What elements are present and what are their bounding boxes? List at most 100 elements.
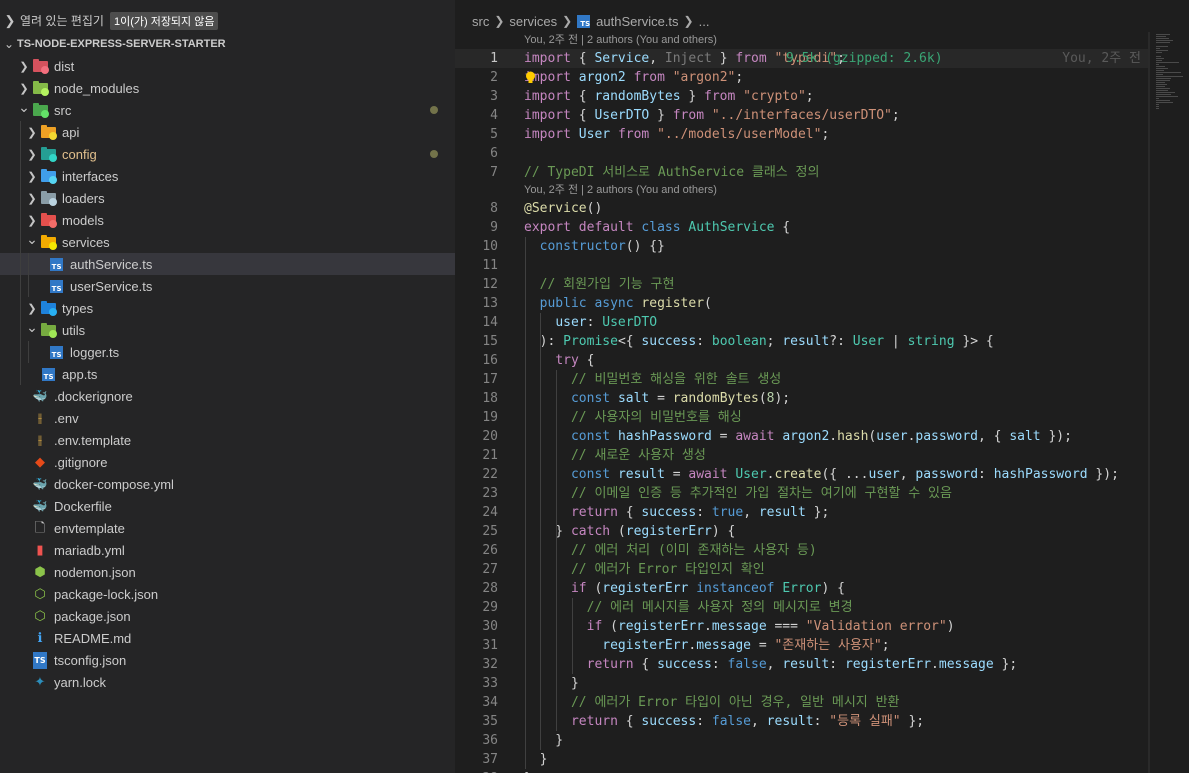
code-line[interactable]: 16 try { (455, 351, 1189, 370)
codelens-blame[interactable]: You, 2주 전 | 2 authors (You and others) (455, 182, 1189, 199)
minimap-line (1156, 52, 1163, 53)
code-line[interactable]: 25 } catch (registerErr) { (455, 522, 1189, 541)
code-line[interactable]: 11 (455, 256, 1189, 275)
tree-folder[interactable]: ❯ interfaces (0, 165, 455, 187)
code-line[interactable]: 14 user: UserDTO (455, 313, 1189, 332)
tree-file[interactable]: 🐳 Dockerfile (0, 495, 455, 517)
code-text: // 새로운 사용자 생성 (570, 448, 706, 463)
code-text: } (524, 769, 532, 773)
line-number: 3 (490, 89, 498, 104)
tree-file[interactable]: ◆ .gitignore (0, 451, 455, 473)
code-text: import { randomBytes } from "crypto"; (524, 89, 814, 104)
code-line[interactable]: 26 // 에러 처리 (이미 존재하는 사용자 등) (455, 541, 1189, 560)
tree-file[interactable]: 🐳 docker-compose.yml (0, 473, 455, 495)
tree-file[interactable]: 🗋 envtemplate (0, 517, 455, 539)
code-line[interactable]: 37 } (455, 750, 1189, 769)
code-editor: src ❯ services ❯ TS authService.ts ❯ ...… (455, 0, 1189, 773)
code-line[interactable]: 22 const result = await User.create({ ..… (455, 465, 1189, 484)
tree-file[interactable]: ⫲ .env (0, 407, 455, 429)
docker-icon: 🐳 (32, 498, 48, 513)
code-line[interactable]: 17 // 비밀번호 해싱을 위한 솔트 생성 (455, 370, 1189, 389)
minimap-line (1156, 90, 1168, 91)
tree-folder[interactable]: ⌄ utils (0, 319, 455, 341)
code-line[interactable]: 15 ): Promise<{ success: boolean; result… (455, 332, 1189, 351)
code-line[interactable]: 28 if (registerErr instanceof Error) { (455, 579, 1189, 598)
code-line[interactable]: 38} (455, 769, 1189, 773)
code-line[interactable]: 4 import { UserDTO } from "../interfaces/… (455, 106, 1189, 125)
project-root-header[interactable]: ⌄ TS-NODE-EXPRESS-SERVER-STARTER (0, 33, 455, 55)
code-line[interactable]: 33 } (455, 674, 1189, 693)
minimap-line (1156, 50, 1168, 51)
line-number: 12 (482, 277, 498, 292)
minimap[interactable] (1149, 32, 1189, 773)
code-line[interactable]: 31 registerErr.message = "존재하는 사용자"; (455, 636, 1189, 655)
indent-guide (20, 209, 21, 231)
code-line[interactable]: 32 return { success: false, result: regi… (455, 655, 1189, 674)
line-number: 11 (482, 258, 498, 273)
code-line[interactable]: 20 const hashPassword = await argon2.has… (455, 427, 1189, 446)
line-number: 34 (482, 695, 498, 710)
code-line[interactable]: 18 const salt = randomBytes(8); (455, 389, 1189, 408)
tree-folder[interactable]: ❯ dist (0, 55, 455, 77)
tree-file[interactable]: ✦ yarn.lock (0, 671, 455, 693)
tree-folder[interactable]: ⌄ src (0, 99, 455, 121)
breadcrumb-file[interactable]: authService.ts (596, 14, 678, 29)
code-line[interactable]: 12 // 회원가입 기능 구현 (455, 275, 1189, 294)
line-number: 24 (482, 505, 498, 520)
code-line[interactable]: 9 export default class AuthService { (455, 218, 1189, 237)
code-line[interactable]: 29 // 에러 메시지를 사용자 정의 메시지로 변경 (455, 598, 1189, 617)
code-line[interactable]: 23 // 이메일 인증 등 추가적인 가입 절차는 여기에 구현할 수 있음 (455, 484, 1189, 503)
breadcrumb-src[interactable]: src (472, 14, 489, 29)
tree-file[interactable]: TS app.ts (0, 363, 455, 385)
code-line[interactable]: 2 import argon2 from "argon2"; (455, 68, 1189, 87)
tree-folder[interactable]: ❯ loaders (0, 187, 455, 209)
codelens-blame[interactable]: You, 2주 전 | 2 authors (You and others) (455, 32, 1189, 49)
code-area[interactable]: You, 2주 전 | 2 authors (You and others) 1 i… (455, 32, 1189, 773)
code-line[interactable]: 35 return { success: false, result: "등록 … (455, 712, 1189, 731)
tree-folder[interactable]: ❯ types (0, 297, 455, 319)
breadcrumb-services[interactable]: services (509, 14, 557, 29)
tree-file[interactable]: TS logger.ts (0, 341, 455, 363)
indent-guide (28, 275, 29, 297)
open-editors-header[interactable]: ❯ 열려 있는 편집기 1이(가) 저장되지 않음 (0, 10, 455, 31)
code-line[interactable]: 27 // 에러가 Error 타입인지 확인 (455, 560, 1189, 579)
lightbulb-icon[interactable] (524, 68, 537, 87)
tree-file[interactable]: 🐳 .dockerignore (0, 385, 455, 407)
code-line[interactable]: 8 @Service() (455, 199, 1189, 218)
minimap-line (1156, 58, 1165, 59)
code-line[interactable]: 3 import { randomBytes } from "crypto"; (455, 87, 1189, 106)
tree-folder[interactable]: ⌄ services (0, 231, 455, 253)
code-line[interactable]: 34 // 에러가 Error 타입이 아닌 경우, 일반 메시지 반환 (455, 693, 1189, 712)
breadcrumb-symbol[interactable]: ... (699, 14, 710, 29)
code-text: export default class AuthService { (524, 220, 791, 235)
tree-file[interactable]: ⫲ .env.template (0, 429, 455, 451)
code-line[interactable]: 5 import User from "../models/userModel"; (455, 125, 1189, 144)
code-line[interactable]: 36 } (455, 731, 1189, 750)
chevron-right-icon: ❯ (494, 14, 505, 28)
tree-file[interactable]: ⬡ package-lock.json (0, 583, 455, 605)
code-line[interactable]: 13 public async register( (455, 294, 1189, 313)
tree-folder[interactable]: ❯ config (0, 143, 455, 165)
code-line[interactable]: 30 if (registerErr.message === "Validati… (455, 617, 1189, 636)
chevron-right-icon: ❯ (27, 126, 37, 139)
code-line[interactable]: 10 constructor() {} (455, 237, 1189, 256)
code-line[interactable]: 19 // 사용자의 비밀번호를 해싱 (455, 408, 1189, 427)
tree-folder[interactable]: ❯ node_modules (0, 77, 455, 99)
code-line[interactable]: 24 return { success: true, result }; (455, 503, 1189, 522)
tree-file[interactable]: ℹ README.md (0, 627, 455, 649)
tree-file[interactable]: TS userService.ts (0, 275, 455, 297)
tree-file[interactable]: TS authService.ts (0, 253, 455, 275)
twistie-spacer (16, 539, 32, 561)
tree-file[interactable]: TS tsconfig.json (0, 649, 455, 671)
tree-folder[interactable]: ❯ models (0, 209, 455, 231)
tree-file[interactable]: ⬡ package.json (0, 605, 455, 627)
code-line[interactable]: 21 // 새로운 사용자 생성 (455, 446, 1189, 465)
code-line[interactable]: 1 import { Service, Inject } from "typedi… (455, 49, 1189, 68)
twistie-spacer (16, 583, 32, 605)
code-line[interactable]: 7 // TypeDI 서비스로 AuthService 클래스 정의 (455, 163, 1189, 182)
tree-file[interactable]: ⬢ nodemon.json (0, 561, 455, 583)
tree-folder[interactable]: ❯ api (0, 121, 455, 143)
minimap-line (1156, 78, 1171, 79)
code-line[interactable]: 6 (455, 144, 1189, 163)
tree-file[interactable]: ▮ mariadb.yml (0, 539, 455, 561)
